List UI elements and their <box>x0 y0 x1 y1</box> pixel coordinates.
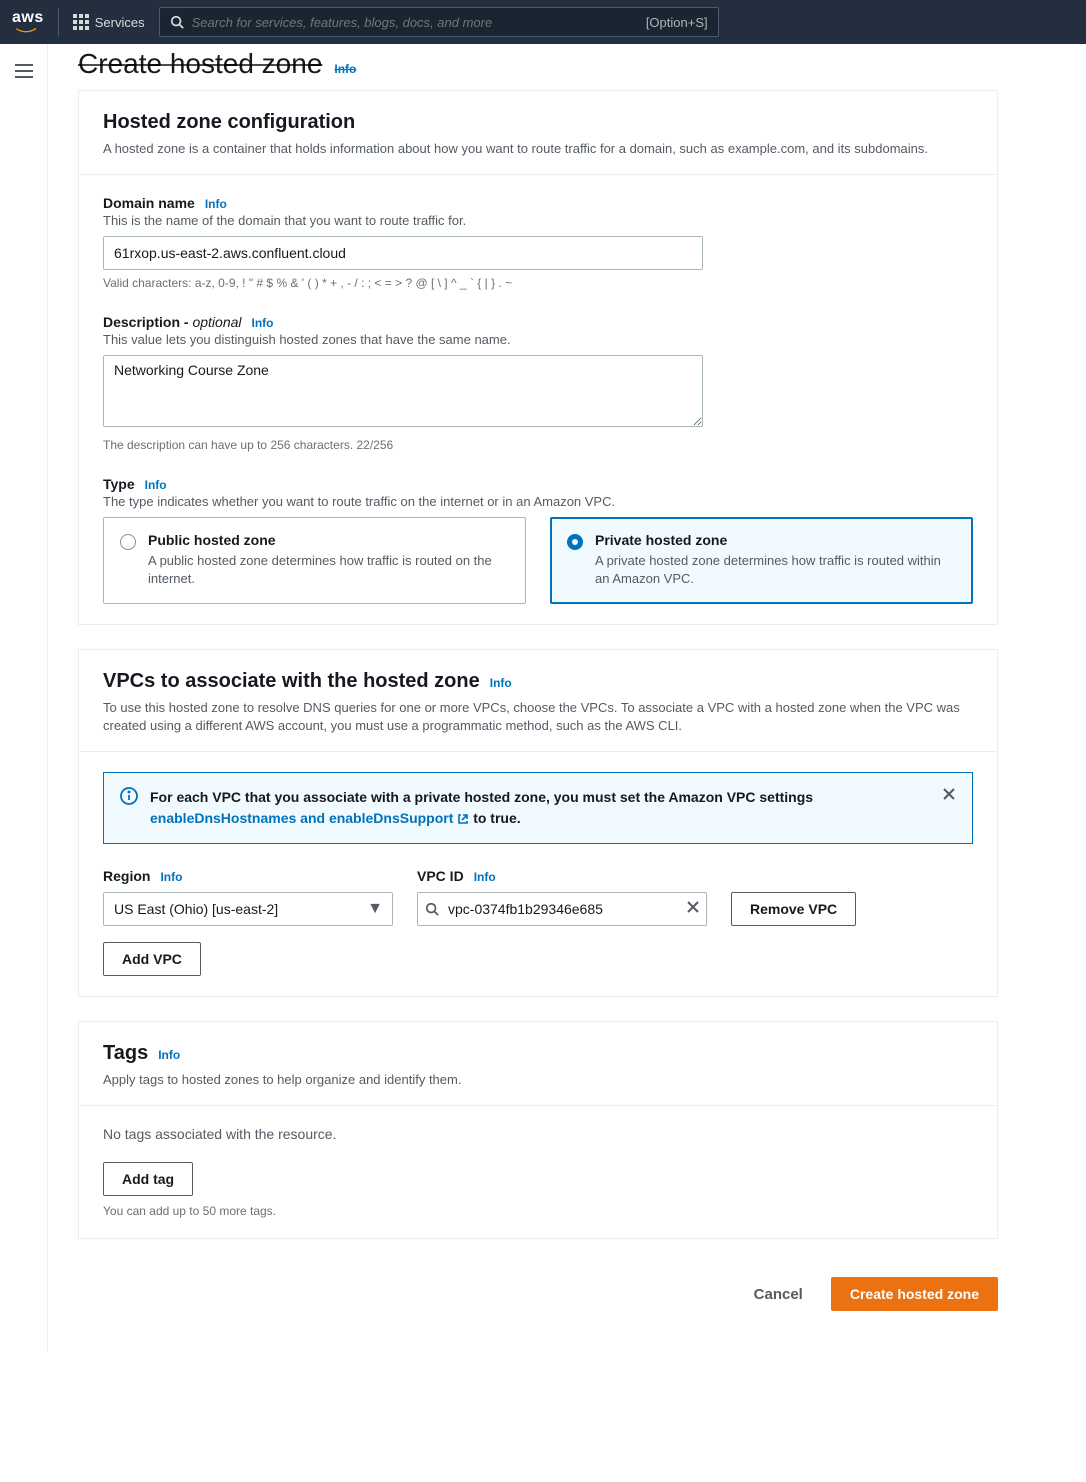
tags-info-link[interactable]: Info <box>158 1048 180 1062</box>
vpcs-desc: To use this hosted zone to resolve DNS q… <box>103 699 973 735</box>
description-field: Description - optional Info This value l… <box>103 314 973 452</box>
tags-panel: Tags Info Apply tags to hosted zones to … <box>78 1021 998 1239</box>
description-info-link[interactable]: Info <box>252 316 274 330</box>
global-nav: aws Services [Option+S] <box>0 0 1086 44</box>
hamburger-icon[interactable] <box>15 64 33 78</box>
domain-label: Domain name <box>103 195 195 211</box>
vpcid-input[interactable] <box>417 892 707 926</box>
type-public-tile[interactable]: Public hosted zone A public hosted zone … <box>103 517 526 603</box>
external-link-icon <box>457 813 469 825</box>
aws-logo[interactable]: aws <box>12 10 44 34</box>
description-label: Description - optional <box>103 314 242 330</box>
create-hosted-zone-button[interactable]: Create hosted zone <box>831 1277 998 1311</box>
vpcs-info-link[interactable]: Info <box>490 676 512 690</box>
radio-checked-icon <box>567 534 583 550</box>
search-shortcut: [Option+S] <box>646 15 708 30</box>
nav-divider <box>58 8 59 36</box>
search-input[interactable] <box>184 15 646 30</box>
vpcid-label: VPC ID <box>417 868 464 884</box>
services-label: Services <box>95 15 145 30</box>
grid-icon <box>73 14 89 30</box>
page-info-link[interactable]: Info <box>334 62 356 76</box>
vpcid-info-link[interactable]: Info <box>474 870 496 884</box>
config-desc: A hosted zone is a container that holds … <box>103 140 973 158</box>
info-icon <box>120 787 138 829</box>
type-private-tile[interactable]: Private hosted zone A private hosted zon… <box>550 517 973 603</box>
domain-input[interactable] <box>103 236 703 270</box>
type-hint: The type indicates whether you want to r… <box>103 494 973 509</box>
hosted-zone-config-panel: Hosted zone configuration A hosted zone … <box>78 90 998 625</box>
global-search[interactable]: [Option+S] <box>159 7 719 37</box>
type-info-link[interactable]: Info <box>145 478 167 492</box>
alert-text-1: For each VPC that you associate with a p… <box>150 789 813 805</box>
search-icon <box>170 15 184 29</box>
type-field: Type Info The type indicates whether you… <box>103 476 973 603</box>
add-vpc-button[interactable]: Add VPC <box>103 942 201 976</box>
cancel-button[interactable]: Cancel <box>736 1280 821 1309</box>
description-constraint: The description can have up to 256 chara… <box>103 438 973 452</box>
config-title: Hosted zone configuration <box>103 111 355 134</box>
vpcs-title: VPCs to associate with the hosted zone <box>103 670 480 693</box>
private-title: Private hosted zone <box>595 532 956 548</box>
tags-title: Tags <box>103 1042 148 1065</box>
clear-button[interactable] <box>687 900 699 918</box>
domain-constraint: Valid characters: a-z, 0-9, ! " # $ % & … <box>103 276 973 290</box>
domain-name-field: Domain name Info This is the name of the… <box>103 195 973 290</box>
domain-hint: This is the name of the domain that you … <box>103 213 973 228</box>
add-tag-button[interactable]: Add tag <box>103 1162 193 1196</box>
tags-empty-text: No tags associated with the resource. <box>103 1126 973 1142</box>
description-textarea[interactable]: Networking Course Zone <box>103 355 703 427</box>
close-icon <box>942 787 956 801</box>
radio-unchecked-icon <box>120 534 136 550</box>
vpcs-panel: VPCs to associate with the hosted zone I… <box>78 649 998 997</box>
tags-desc: Apply tags to hosted zones to help organ… <box>103 1071 973 1089</box>
public-desc: A public hosted zone determines how traf… <box>148 552 509 588</box>
services-menu[interactable]: Services <box>73 14 145 30</box>
form-actions: Cancel Create hosted zone <box>78 1263 998 1311</box>
page-title: Create hosted zone <box>78 48 322 80</box>
alert-close-button[interactable] <box>942 787 956 829</box>
sidebar-toggle-area <box>0 44 48 1351</box>
tags-constraint: You can add up to 50 more tags. <box>103 1204 973 1218</box>
alert-text-2: to true. <box>473 810 520 826</box>
description-hint: This value lets you distinguish hosted z… <box>103 332 973 347</box>
remove-vpc-button[interactable]: Remove VPC <box>731 892 856 926</box>
domain-info-link[interactable]: Info <box>205 197 227 211</box>
close-icon <box>687 901 699 913</box>
region-info-link[interactable]: Info <box>160 870 182 884</box>
public-title: Public hosted zone <box>148 532 509 548</box>
vpc-settings-alert: For each VPC that you associate with a p… <box>103 772 973 844</box>
region-select[interactable]: US East (Ohio) [us-east-2] <box>103 892 393 926</box>
vpc-row: Region Info US East (Ohio) [us-east-2] ▼ <box>103 868 973 926</box>
type-label: Type <box>103 476 135 492</box>
region-label: Region <box>103 868 150 884</box>
private-desc: A private hosted zone determines how tra… <box>595 552 956 588</box>
alert-link[interactable]: enableDnsHostnames and enableDnsSupport <box>150 810 473 826</box>
search-icon <box>425 902 439 916</box>
